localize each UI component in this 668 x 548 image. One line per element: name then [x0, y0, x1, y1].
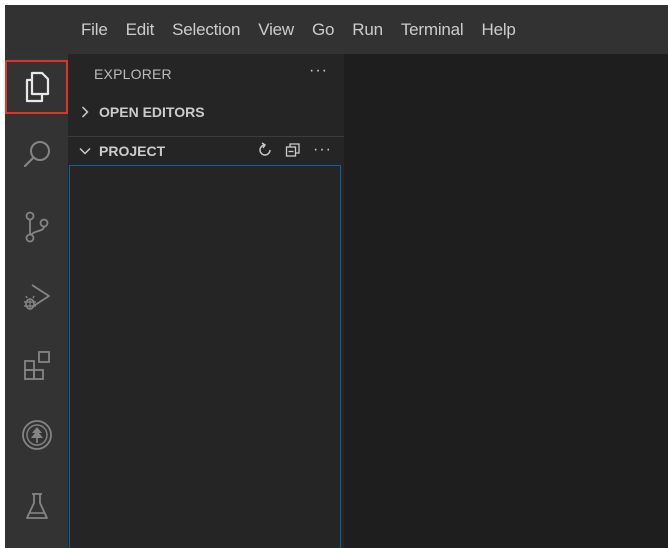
run-debug-icon	[23, 284, 50, 310]
menu-terminal[interactable]: Terminal	[401, 20, 464, 40]
activity-extensions[interactable]	[5, 338, 68, 392]
refresh-icon[interactable]	[257, 142, 273, 158]
file-tree[interactable]	[69, 165, 341, 548]
menu-run[interactable]: Run	[352, 20, 383, 40]
extensions-icon	[23, 351, 50, 380]
collapse-all-icon[interactable]	[285, 142, 301, 158]
activity-run-debug[interactable]	[5, 270, 68, 324]
explorer-icon	[25, 71, 49, 103]
editor-area[interactable]	[344, 54, 668, 548]
menu-help[interactable]: Help	[482, 20, 516, 40]
menu-go[interactable]: Go	[312, 20, 334, 40]
section-label: PROJECT	[99, 143, 166, 159]
sidebar-title: EXPLORER	[94, 66, 172, 82]
more-actions-button[interactable]: ···	[309, 62, 328, 80]
section-open-editors[interactable]: OPEN EDITORS	[68, 98, 344, 126]
menu-edit[interactable]: Edit	[126, 20, 155, 40]
menu-items: File Edit Selection View Go Run Terminal…	[81, 5, 534, 54]
menu-selection[interactable]: Selection	[172, 20, 240, 40]
activity-testing[interactable]	[5, 480, 68, 534]
activity-source-control[interactable]	[5, 200, 68, 254]
search-icon	[23, 141, 50, 168]
activity-search[interactable]	[5, 128, 68, 182]
source-control-icon	[25, 211, 48, 243]
explorer-sidebar: EXPLORER ··· OPEN EDITORS PROJECT ···	[68, 54, 344, 548]
sidebar-header: EXPLORER ···	[68, 54, 344, 94]
section-project[interactable]: PROJECT ···	[68, 136, 344, 165]
menu-bar: File Edit Selection View Go Run Terminal…	[5, 5, 668, 54]
activity-explorer[interactable]	[5, 60, 68, 114]
menu-file[interactable]: File	[81, 20, 108, 40]
activity-bar	[5, 54, 68, 548]
activity-remote[interactable]	[5, 408, 68, 462]
section-label: OPEN EDITORS	[99, 104, 205, 120]
vscode-window: File Edit Selection View Go Run Terminal…	[5, 5, 668, 548]
testing-flask-icon	[25, 493, 48, 519]
chevron-right-icon	[78, 106, 92, 118]
chevron-down-icon	[78, 147, 92, 155]
menu-view[interactable]: View	[258, 20, 294, 40]
more-actions-button[interactable]: ···	[313, 141, 332, 159]
remote-tree-icon	[21, 420, 52, 450]
section-actions: ···	[245, 141, 332, 159]
